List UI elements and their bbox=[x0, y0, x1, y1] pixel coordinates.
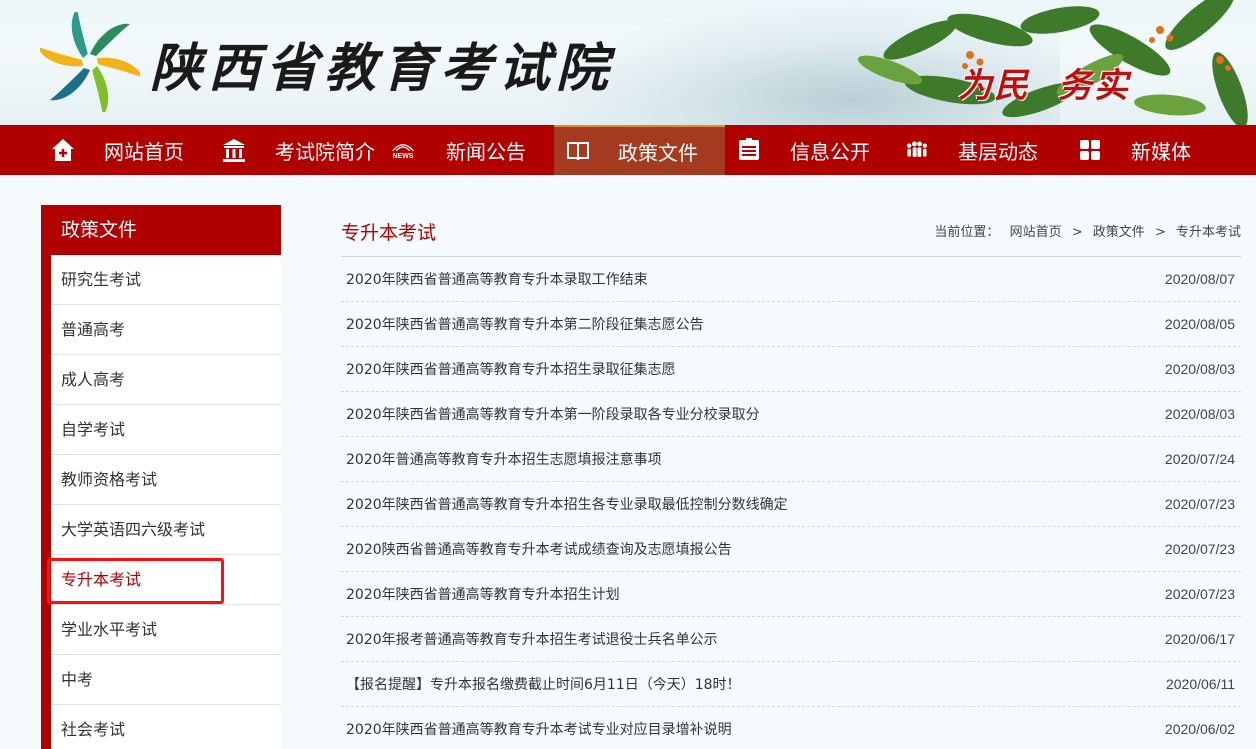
article-date: 2020/08/03 bbox=[1164, 406, 1235, 422]
nav-label: 新媒体 bbox=[1131, 139, 1191, 164]
sidebar-title: 政策文件 bbox=[61, 219, 138, 241]
breadcrumb-separator: > bbox=[1154, 225, 1166, 240]
nav-label: 信息公开 bbox=[790, 139, 870, 164]
nav-label: 新闻公告 bbox=[446, 139, 526, 164]
sidebar-item-label: 教师资格考试 bbox=[61, 470, 158, 489]
article-title[interactable]: 2020年陕西省普通高等教育专升本考试专业对应目录增补说明 bbox=[346, 719, 732, 739]
sidebar-item-label: 大学英语四六级考试 bbox=[61, 520, 206, 539]
main-nav: 网站首页 考试院简介 NEWS 新闻公告 政策文件 信息公开 基层动态 新媒体 bbox=[0, 125, 1256, 175]
sidebar-item-social-exam[interactable]: 社会考试 bbox=[51, 705, 281, 749]
article-title[interactable]: 2020年普通高等教育专升本招生志愿填报注意事项 bbox=[346, 449, 662, 469]
sidebar: 政策文件 研究生考试 普通高考 成人高考 自学考试 教师资格考试 大学英语四六级… bbox=[41, 205, 281, 749]
breadcrumb-prefix: 当前位置： bbox=[934, 225, 1000, 240]
article-date: 2020/08/03 bbox=[1164, 361, 1235, 377]
site-logo[interactable] bbox=[40, 12, 140, 112]
breadcrumb-home-link[interactable]: 网站首页 bbox=[1010, 225, 1062, 240]
sidebar-item-teacher-cert[interactable]: 教师资格考试 bbox=[51, 455, 281, 505]
nav-label: 基层动态 bbox=[958, 139, 1038, 164]
sidebar-item-label: 中考 bbox=[61, 670, 94, 689]
article-title[interactable]: 2020年陕西省普通高等教育专升本招生各专业录取最低控制分数线确定 bbox=[346, 494, 788, 514]
article-title[interactable]: 【报名提醒】专升本报名缴费截止时间6月11日（今天）18时！ bbox=[346, 674, 741, 694]
sidebar-item-proficiency[interactable]: 学业水平考试 bbox=[51, 605, 281, 655]
nav-item-home[interactable]: 网站首页 bbox=[50, 125, 184, 175]
sidebar-item-graduate[interactable]: 研究生考试 bbox=[51, 255, 281, 305]
sidebar-item-label: 成人高考 bbox=[61, 370, 126, 389]
article-title[interactable]: 2020年陕西省普通高等教育专升本第二阶段征集志愿公告 bbox=[346, 314, 704, 334]
sidebar-list: 研究生考试 普通高考 成人高考 自学考试 教师资格考试 大学英语四六级考试 专升… bbox=[47, 255, 281, 749]
article-row[interactable]: 2020年普通高等教育专升本招生志愿填报注意事项 2020/07/24 bbox=[341, 437, 1241, 482]
article-date: 2020/06/02 bbox=[1164, 721, 1235, 737]
article-title[interactable]: 2020年陕西省普通高等教育专升本第一阶段录取各专业分校录取分 bbox=[346, 404, 760, 424]
site-title: 陕西省教育考试院 bbox=[150, 38, 615, 99]
header-banner: 陕西省教育考试院 为民 务实 bbox=[0, 0, 1256, 125]
article-date: 2020/07/24 bbox=[1164, 451, 1235, 467]
article-title[interactable]: 2020年陕西省普通高等教育专升本录取工作结束 bbox=[346, 269, 648, 289]
book-icon bbox=[565, 138, 591, 164]
sidebar-item-label: 普通高考 bbox=[61, 320, 126, 339]
sidebar-item-adult-gaokao[interactable]: 成人高考 bbox=[51, 355, 281, 405]
article-row[interactable]: 2020年陕西省普通高等教育专升本招生计划 2020/07/23 bbox=[341, 572, 1241, 617]
article-date: 2020/07/23 bbox=[1164, 586, 1235, 602]
article-title[interactable]: 2020年陕西省普通高等教育专升本招生计划 bbox=[346, 584, 620, 604]
article-row[interactable]: 2020年陕西省普通高等教育专升本录取工作结束 2020/08/07 bbox=[341, 257, 1241, 302]
sidebar-item-cet[interactable]: 大学英语四六级考试 bbox=[51, 505, 281, 555]
nav-label: 网站首页 bbox=[104, 139, 184, 164]
article-date: 2020/07/23 bbox=[1164, 541, 1235, 557]
building-icon bbox=[221, 137, 247, 163]
sidebar-item-zhongkao[interactable]: 中考 bbox=[51, 655, 281, 705]
breadcrumb: 当前位置： 网站首页 > 政策文件 > 专升本考试 bbox=[934, 221, 1241, 240]
sidebar-item-self-study[interactable]: 自学考试 bbox=[51, 405, 281, 455]
article-row[interactable]: 【报名提醒】专升本报名缴费截止时间6月11日（今天）18时！ 2020/06/11 bbox=[341, 662, 1241, 707]
article-row[interactable]: 2020年陕西省普通高等教育专升本招生各专业录取最低控制分数线确定 2020/07… bbox=[341, 482, 1241, 527]
breadcrumb-policy-link[interactable]: 政策文件 bbox=[1093, 225, 1145, 240]
article-row[interactable]: 2020年陕西省普通高等教育专升本招生录取征集志愿 2020/08/03 bbox=[341, 347, 1241, 392]
sidebar-item-label: 专升本考试 bbox=[61, 570, 142, 589]
article-row[interactable]: 2020年陕西省普通高等教育专升本第二阶段征集志愿公告 2020/08/05 bbox=[341, 302, 1241, 347]
sidebar-item-gaokao[interactable]: 普通高考 bbox=[51, 305, 281, 355]
article-date: 2020/06/17 bbox=[1164, 631, 1235, 647]
breadcrumb-current[interactable]: 专升本考试 bbox=[1176, 225, 1241, 240]
breadcrumb-separator: > bbox=[1071, 225, 1083, 240]
nav-label: 政策文件 bbox=[618, 140, 698, 165]
article-date: 2020/07/23 bbox=[1164, 496, 1235, 512]
article-title[interactable]: 2020年陕西省普通高等教育专升本招生录取征集志愿 bbox=[346, 359, 676, 379]
home-plus-icon bbox=[50, 137, 76, 163]
article-title[interactable]: 2020陕西省普通高等教育专升本考试成绩查询及志愿填报公告 bbox=[346, 539, 732, 559]
people-icon bbox=[904, 137, 930, 163]
sidebar-item-label: 学业水平考试 bbox=[61, 620, 158, 639]
nav-item-info[interactable]: 信息公开 bbox=[736, 125, 870, 175]
sidebar-item-upgrade-exam[interactable]: 专升本考试 bbox=[47, 555, 281, 605]
article-date: 2020/06/11 bbox=[1165, 676, 1235, 692]
banner-slogan: 为民 务实 bbox=[958, 66, 1130, 106]
sidebar-item-label: 自学考试 bbox=[61, 420, 126, 439]
article-date: 2020/08/07 bbox=[1164, 271, 1235, 287]
nav-item-policy[interactable]: 政策文件 bbox=[554, 125, 725, 175]
article-row[interactable]: 2020年陕西省普通高等教育专升本第一阶段录取各专业分校录取分 2020/08/0… bbox=[341, 392, 1241, 437]
nav-label: 考试院简介 bbox=[275, 139, 375, 164]
article-title[interactable]: 2020年报考普通高等教育专升本招生考试退役士兵名单公示 bbox=[346, 629, 718, 649]
page-title: 专升本考试 bbox=[341, 222, 437, 244]
article-row[interactable]: 2020年报考普通高等教育专升本招生考试退役士兵名单公示 2020/06/17 bbox=[341, 617, 1241, 662]
article-row[interactable]: 2020陕西省普通高等教育专升本考试成绩查询及志愿填报公告 2020/07/23 bbox=[341, 527, 1241, 572]
nav-item-news[interactable]: NEWS 新闻公告 bbox=[390, 125, 526, 175]
grid-icon bbox=[1077, 137, 1103, 163]
sidebar-item-label: 研究生考试 bbox=[61, 270, 142, 289]
nav-item-local[interactable]: 基层动态 bbox=[904, 125, 1038, 175]
article-date: 2020/08/05 bbox=[1164, 316, 1235, 332]
news-icon: NEWS bbox=[390, 137, 416, 163]
svg-text:NEWS: NEWS bbox=[393, 153, 414, 160]
nav-item-media[interactable]: 新媒体 bbox=[1077, 125, 1191, 175]
nav-item-about[interactable]: 考试院简介 bbox=[221, 125, 375, 175]
sidebar-item-label: 社会考试 bbox=[61, 720, 126, 739]
article-row[interactable]: 2020年陕西省普通高等教育专升本考试专业对应目录增补说明 2020/06/02 bbox=[341, 707, 1241, 749]
article-list: 2020年陕西省普通高等教育专升本录取工作结束 2020/08/07 2020年陕… bbox=[341, 257, 1241, 749]
document-icon bbox=[736, 137, 762, 163]
